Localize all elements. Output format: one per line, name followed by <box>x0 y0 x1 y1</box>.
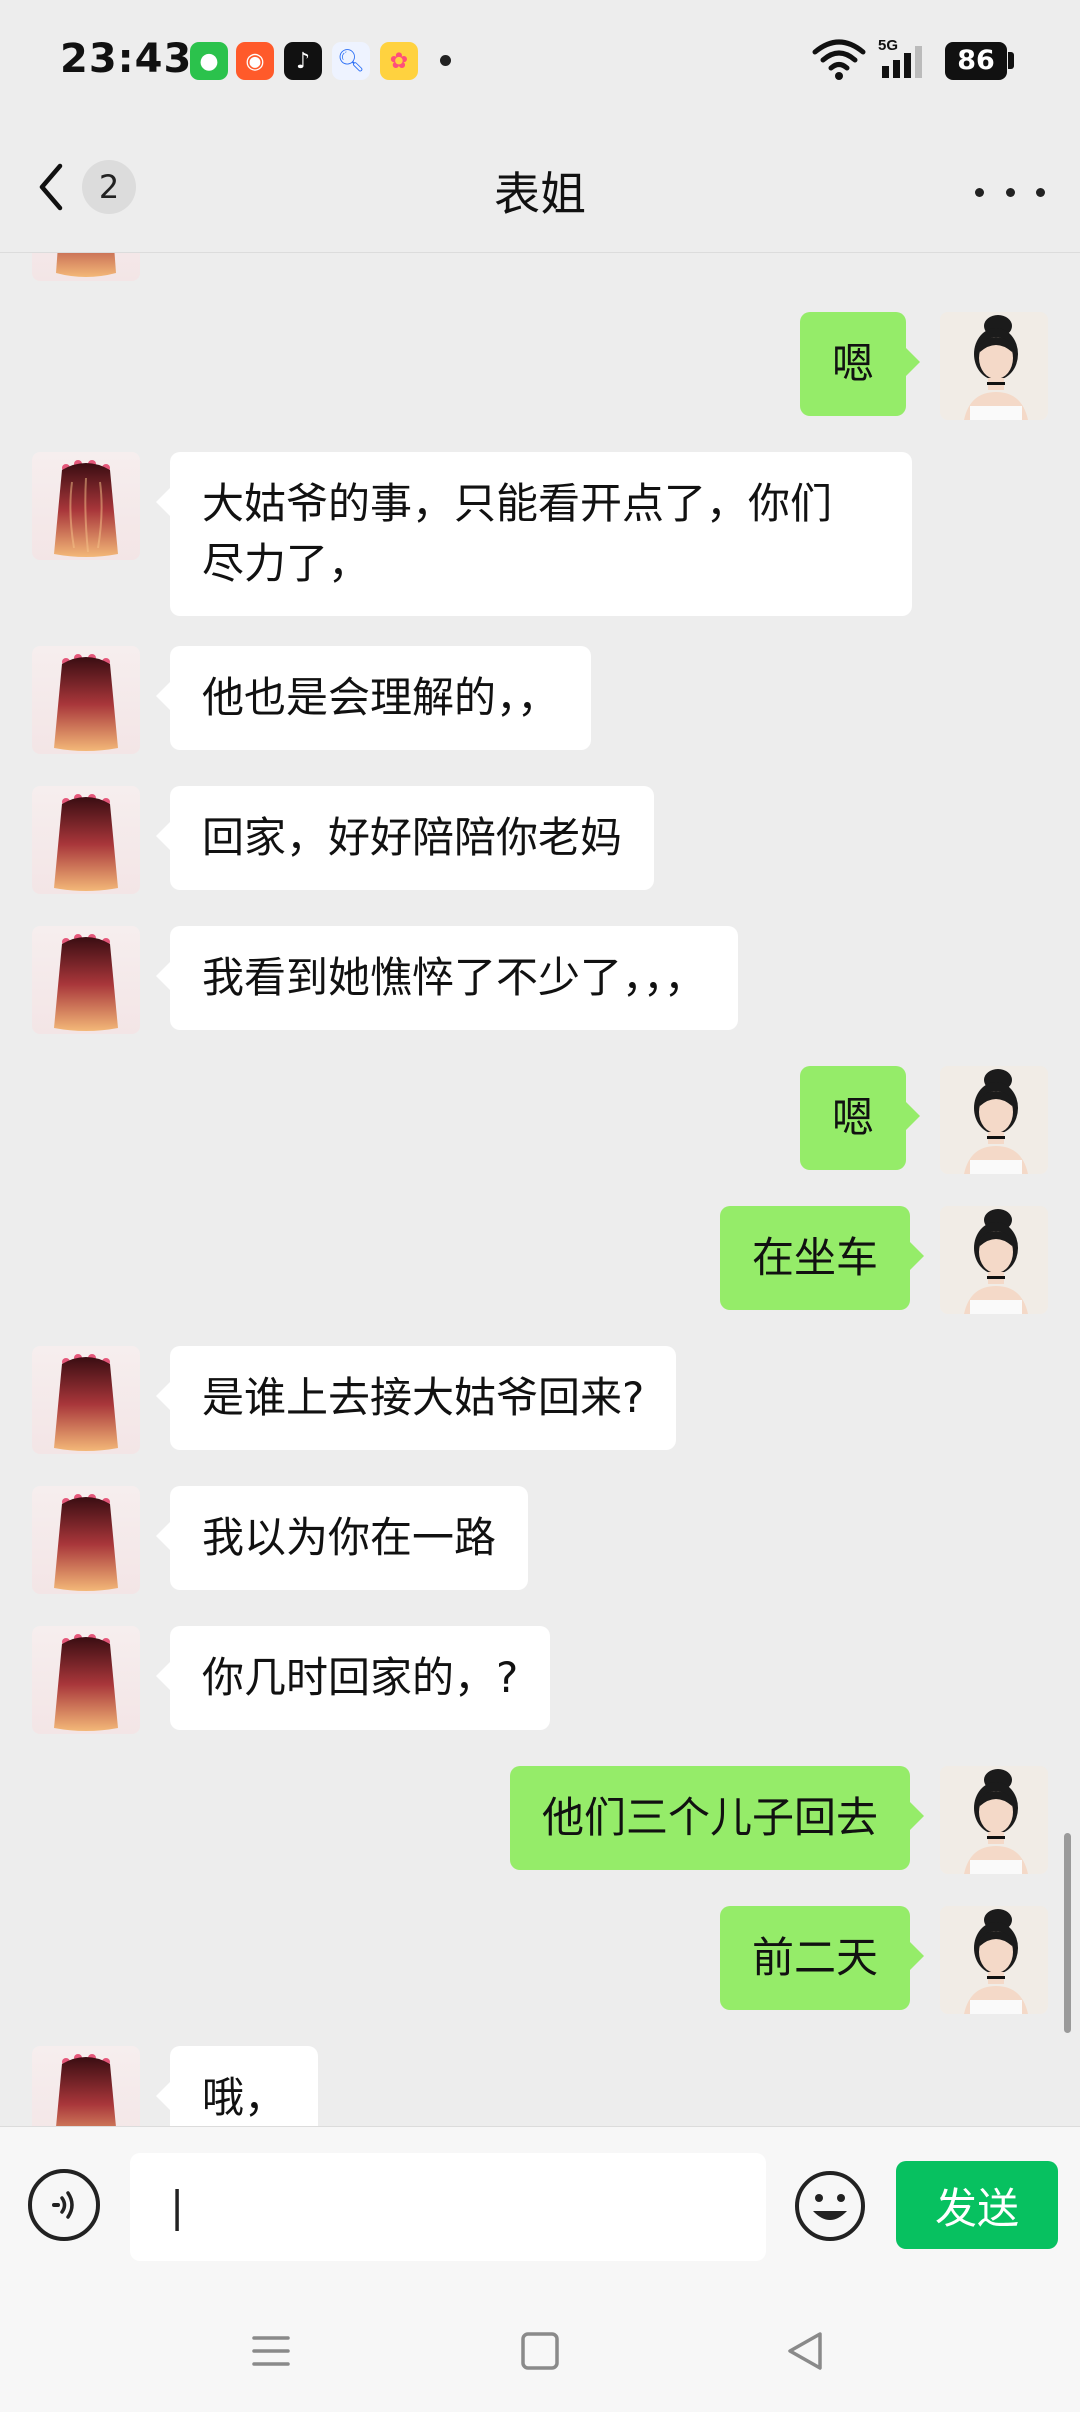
contact-avatar-image <box>54 654 118 751</box>
my-avatar[interactable] <box>940 1766 1048 1874</box>
network-type: 5G <box>878 37 898 54</box>
contact-avatar-image <box>54 1634 118 1731</box>
smiley-icon <box>795 2171 865 2241</box>
menu-icon[interactable] <box>246 2326 296 2376</box>
flower-app-icon: ✿ <box>380 42 418 80</box>
voice-input-button[interactable] <box>28 2169 100 2241</box>
message-bubble-incoming[interactable]: 哦， <box>155 2046 319 2126</box>
message-bubble-incoming[interactable]: 他也是会理解的，， <box>155 646 592 750</box>
back-triangle-icon[interactable] <box>780 2326 830 2376</box>
home-icon[interactable] <box>515 2326 565 2376</box>
signal-icon: 5G <box>878 37 922 78</box>
message-list[interactable]: 嗯 大姑爷的事，只能看开点了，你们 尽力了， 他也是会理解的，， 回家，好好陪陪… <box>0 253 1080 2126</box>
more-options-button[interactable] <box>975 172 1045 212</box>
contact-avatar-image <box>54 1354 118 1451</box>
tiktok-icon: ♪ <box>284 42 322 80</box>
message-bubble-outgoing[interactable]: 在坐车 <box>719 1206 925 1310</box>
contact-avatar[interactable] <box>32 2046 140 2126</box>
message-bubble-incoming[interactable]: 我看到她憔悴了不少了，，， <box>155 926 739 1030</box>
chat-screen: 23:43 ● ◉ ♪ 🔍︎ ✿ 5G 86 2 表姐 嗯 大姑爷的事，只能看开… <box>0 0 1080 2412</box>
my-avatar[interactable] <box>940 1206 1048 1314</box>
battery-tip <box>1008 52 1014 69</box>
contact-avatar[interactable] <box>32 1486 140 1594</box>
send-button[interactable]: 发送 <box>896 2161 1058 2249</box>
message-input[interactable]: | <box>130 2153 766 2261</box>
contact-avatar-image <box>54 934 118 1031</box>
kuaishou-icon: ◉ <box>236 42 274 80</box>
my-avatar[interactable] <box>940 1906 1048 2014</box>
search-app-icon: 🔍︎ <box>332 42 370 80</box>
contact-avatar[interactable] <box>32 646 140 754</box>
more-notifications-icon <box>440 55 451 66</box>
message-bubble-incoming[interactable]: 大姑爷的事，只能看开点了，你们 尽力了， <box>156 452 912 616</box>
contact-avatar-image <box>54 794 118 891</box>
message-bubble-outgoing[interactable]: 前二天 <box>719 1906 925 2010</box>
wechat-icon: ● <box>190 42 228 80</box>
my-avatar-image <box>940 1766 1048 1874</box>
chat-title: 表姐 <box>494 167 586 221</box>
contact-avatar[interactable] <box>32 1626 140 1734</box>
contact-avatar[interactable] <box>32 1346 140 1454</box>
contact-avatar-image <box>56 2054 116 2126</box>
scrollbar-thumb[interactable] <box>1064 1833 1071 2033</box>
my-avatar-image <box>940 1206 1048 1314</box>
contact-avatar[interactable] <box>32 926 140 1034</box>
my-avatar[interactable] <box>940 312 1048 420</box>
contact-avatar-image <box>54 460 118 557</box>
emoji-button[interactable] <box>793 2169 867 2243</box>
my-avatar-image <box>940 312 1048 420</box>
contact-avatar[interactable] <box>32 786 140 894</box>
battery-level: 86 <box>945 42 1007 80</box>
dot-icon <box>1036 187 1045 197</box>
chat-header: 2 表姐 <box>0 122 1080 253</box>
my-avatar-image <box>940 1066 1048 1174</box>
message-bubble-outgoing[interactable]: 嗯 <box>800 312 921 416</box>
message-bubble-incoming[interactable]: 是谁上去接大姑爷回来? <box>155 1346 677 1450</box>
my-avatar-image <box>940 1906 1048 2014</box>
my-avatar[interactable] <box>940 1066 1048 1174</box>
system-navigation-bar <box>0 2286 1080 2412</box>
contact-avatar-image <box>56 253 116 277</box>
dot-icon <box>1005 187 1015 197</box>
message-bubble-incoming[interactable]: 我以为你在一路 <box>155 1486 529 1590</box>
message-bubble-incoming[interactable]: 你几时回家的，? <box>155 1626 551 1730</box>
contact-avatar-image <box>54 1494 118 1591</box>
wifi-icon <box>812 39 866 80</box>
message-bubble-outgoing[interactable]: 嗯 <box>800 1066 921 1170</box>
dot-icon <box>975 187 984 197</box>
composer-bar: | 发送 <box>0 2126 1080 2287</box>
status-bar: 23:43 ● ◉ ♪ 🔍︎ ✿ 5G 86 <box>0 0 1080 122</box>
message-bubble-outgoing[interactable]: 他们三个儿子回去 <box>509 1766 925 1870</box>
contact-avatar[interactable] <box>32 452 140 560</box>
status-time: 23:43 <box>60 36 193 82</box>
voice-icon <box>52 2191 74 2219</box>
message-bubble-incoming[interactable]: 回家，好好陪陪你老妈 <box>155 786 655 890</box>
contact-avatar[interactable] <box>32 253 140 281</box>
